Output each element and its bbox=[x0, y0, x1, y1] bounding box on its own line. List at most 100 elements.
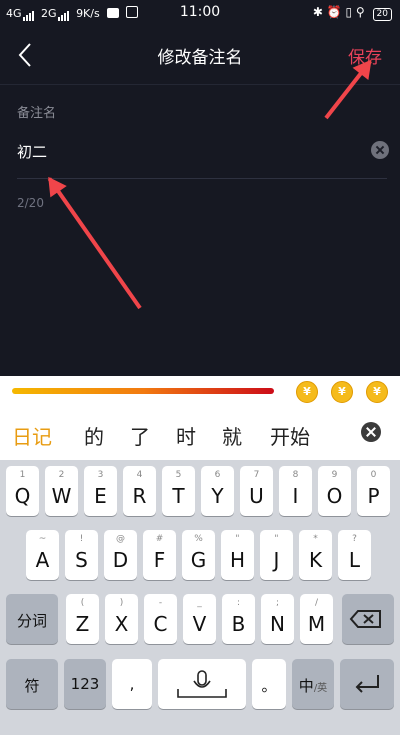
key-j[interactable]: " J bbox=[260, 530, 293, 580]
key-h[interactable]: " H bbox=[221, 530, 254, 580]
candidate-5[interactable]: 就 bbox=[222, 421, 242, 450]
language-switch-key[interactable]: 中/英 bbox=[292, 659, 334, 709]
lang-alt-label: /英 bbox=[313, 683, 328, 694]
key-label: G bbox=[190, 548, 207, 572]
key-l[interactable]: ? L bbox=[338, 530, 371, 580]
key-sub-label: @ bbox=[116, 534, 125, 544]
alarm-icon: ⏰ bbox=[326, 5, 342, 19]
candidate-4[interactable]: 时 bbox=[176, 421, 196, 450]
candidate-bar: 日记 的 了 时 就 开始 bbox=[0, 406, 400, 460]
key-label: Z bbox=[75, 612, 90, 636]
candidate-2[interactable]: 的 bbox=[84, 421, 104, 450]
coin-icon-1[interactable]: ¥ bbox=[296, 381, 318, 403]
key-sub-label: " bbox=[274, 534, 279, 544]
key-r[interactable]: 4R bbox=[123, 466, 156, 516]
microphone-icon bbox=[177, 670, 227, 698]
candidate-3[interactable]: 了 bbox=[130, 421, 150, 450]
nav-bar: 修改备注名 保存 bbox=[0, 26, 400, 85]
key-x[interactable]: ) X bbox=[105, 594, 138, 644]
key-b[interactable]: :B bbox=[222, 594, 255, 644]
comma-key[interactable]: , bbox=[112, 659, 152, 709]
key-label: B bbox=[231, 612, 246, 636]
wifi-icon: ⚲ bbox=[355, 5, 365, 19]
key-label: X bbox=[114, 612, 129, 636]
key-sub-label: * bbox=[313, 534, 318, 544]
key-i[interactable]: 8I bbox=[279, 466, 312, 516]
status-bar: 4G 2G 9K/s 11:00 ✱ ⏰ ▯ ⚲ 20 bbox=[0, 0, 400, 26]
key-o[interactable]: 9O bbox=[318, 466, 351, 516]
period-key[interactable]: 。 bbox=[252, 659, 286, 709]
backspace-key[interactable] bbox=[342, 594, 394, 644]
key-sub-label: 4 bbox=[136, 470, 143, 480]
key-q[interactable]: 1Q bbox=[6, 466, 39, 516]
key-label: D bbox=[112, 548, 129, 572]
fenci-key[interactable]: 分词 bbox=[6, 594, 58, 644]
vibrate-icon: ▯ bbox=[345, 5, 353, 19]
key-t[interactable]: 5T bbox=[162, 466, 195, 516]
key-label: F bbox=[153, 548, 166, 572]
lang-main-label: 中 bbox=[298, 677, 314, 695]
key-label: U bbox=[249, 484, 264, 508]
enter-icon bbox=[355, 675, 379, 693]
key-sub-label: / bbox=[314, 598, 319, 608]
key-sub-label: 7 bbox=[253, 470, 260, 480]
key-k[interactable]: * K bbox=[299, 530, 332, 580]
key-sub-label: " bbox=[235, 534, 240, 544]
key-g[interactable]: % G bbox=[182, 530, 215, 580]
candidate-6[interactable]: 开始 bbox=[270, 421, 310, 450]
ime-progress-bar bbox=[12, 388, 274, 394]
numbers-key[interactable]: 123 bbox=[64, 659, 106, 709]
backspace-icon bbox=[349, 610, 381, 628]
key-sub-label: ) bbox=[119, 598, 124, 608]
coin-icon-3[interactable]: ¥ bbox=[366, 381, 388, 403]
page-title: 修改备注名 bbox=[157, 48, 243, 68]
clear-input-button[interactable] bbox=[371, 141, 389, 159]
remark-name-label: 备注名 bbox=[17, 106, 57, 121]
key-label: V bbox=[192, 612, 207, 636]
key-sub-label: : bbox=[236, 598, 241, 608]
key-c[interactable]: -C bbox=[144, 594, 177, 644]
key-label: K bbox=[308, 548, 323, 572]
key-e[interactable]: 3E bbox=[84, 466, 117, 516]
key-a[interactable]: ~ A bbox=[26, 530, 59, 580]
space-key[interactable] bbox=[158, 659, 246, 709]
key-sub-label: 2 bbox=[58, 470, 65, 480]
annotation-arrow-input bbox=[47, 177, 142, 310]
key-u[interactable]: 7U bbox=[240, 466, 273, 516]
key-sub-label: # bbox=[155, 534, 164, 544]
key-sub-label: 1 bbox=[19, 470, 26, 480]
key-label: N bbox=[270, 612, 285, 636]
key-y[interactable]: 6Y bbox=[201, 466, 234, 516]
remark-name-input[interactable]: 初二 bbox=[17, 141, 47, 162]
coin-icon-2[interactable]: ¥ bbox=[331, 381, 353, 403]
key-m[interactable]: / M bbox=[300, 594, 333, 644]
key-label: Q bbox=[14, 484, 31, 508]
ime-toolbar: ¥ ¥ ¥ bbox=[0, 376, 400, 406]
key-d[interactable]: @ D bbox=[104, 530, 137, 580]
key-sub-label: ! bbox=[79, 534, 84, 544]
key-sub-label: ; bbox=[275, 598, 280, 608]
enter-key[interactable] bbox=[340, 659, 394, 709]
key-label: P bbox=[367, 484, 380, 508]
symbols-key[interactable]: 符 bbox=[6, 659, 58, 709]
key-n[interactable]: ; N bbox=[261, 594, 294, 644]
bluetooth-icon: ✱ bbox=[312, 5, 323, 19]
key-label: C bbox=[153, 612, 168, 636]
key-v[interactable]: _ V bbox=[183, 594, 216, 644]
key-sub-label: ? bbox=[352, 534, 357, 544]
key-w[interactable]: 2W bbox=[45, 466, 78, 516]
key-p[interactable]: 0P bbox=[357, 466, 390, 516]
input-underline bbox=[17, 178, 387, 179]
candidate-1[interactable]: 日记 bbox=[12, 421, 52, 450]
key-sub-label: 6 bbox=[214, 470, 221, 480]
key-sub-label: 0 bbox=[370, 470, 377, 480]
key-label: A bbox=[35, 548, 50, 572]
close-candidates-icon[interactable] bbox=[361, 422, 381, 442]
key-label: M bbox=[307, 612, 326, 636]
key-z[interactable]: (Z bbox=[66, 594, 99, 644]
key-sub-label: 9 bbox=[331, 470, 338, 480]
key-s[interactable]: ! S bbox=[65, 530, 98, 580]
key-f[interactable]: # F bbox=[143, 530, 176, 580]
key-sub-label: 3 bbox=[97, 470, 104, 480]
key-sub-label: _ bbox=[197, 598, 202, 608]
